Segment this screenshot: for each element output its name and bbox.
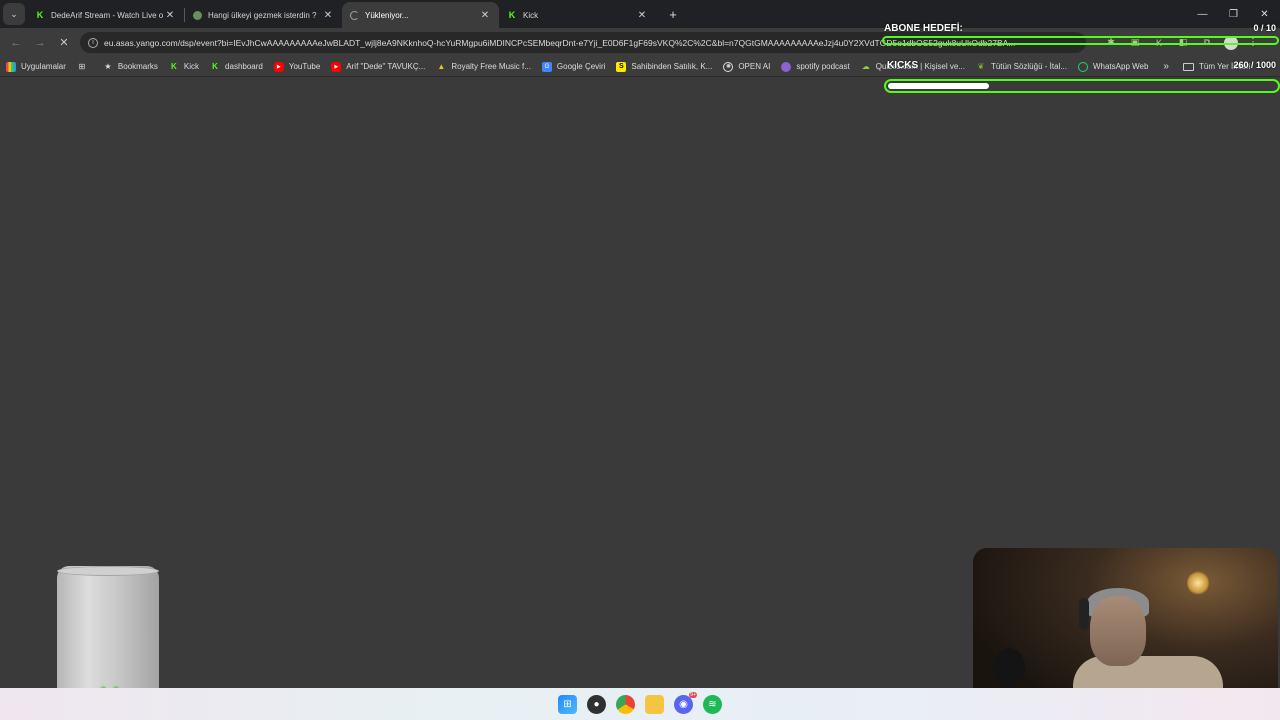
- bookmark-kick[interactable]: K Kick: [169, 62, 199, 72]
- lamp: [1187, 570, 1209, 596]
- tab-dedearif-stream[interactable]: K DedeArif Stream - Watch Live o ✕: [27, 2, 184, 28]
- kick-icon: K: [212, 62, 218, 71]
- sahibinden-icon: S: [616, 61, 627, 72]
- windows-taskbar: ⊞ ● ◉ 9+ ≋: [0, 688, 1280, 720]
- discord-badge: 9+: [689, 691, 697, 698]
- tab-close-icon[interactable]: ✕: [164, 10, 176, 21]
- back-button[interactable]: ←: [4, 32, 28, 54]
- bookmark-apps[interactable]: Uygulamalar: [6, 61, 66, 72]
- forward-button[interactable]: →: [28, 32, 52, 54]
- chrome-icon[interactable]: [616, 694, 635, 714]
- kicks-goal-bar: [884, 79, 1280, 93]
- triangle-icon: ▲: [437, 62, 446, 71]
- bookmark-grid[interactable]: ⊞: [77, 62, 92, 72]
- glass-rim: [57, 566, 159, 576]
- loading-spinner-icon: [350, 10, 359, 20]
- kicks-goal-title: KICKS: [887, 60, 919, 71]
- youtube-icon: ▶: [331, 61, 342, 72]
- subscriber-goal-bar: [882, 36, 1279, 45]
- tab-loading[interactable]: Yükleniyor... ✕: [342, 2, 499, 28]
- tab-close-icon[interactable]: ✕: [636, 10, 648, 21]
- headset: [1079, 598, 1089, 630]
- bookmark-arif-dede[interactable]: ▶ Arif "Dede" TAVUKÇ...: [331, 61, 425, 72]
- tab-hangi-ulkeyi[interactable]: Hangi ülkeyi gezmek isterdin ? ✕: [185, 2, 342, 28]
- tab-close-icon[interactable]: ✕: [479, 10, 491, 21]
- bookmark-youtube[interactable]: ▶ YouTube: [273, 61, 320, 72]
- tab-title: Yükleniyor...: [365, 10, 409, 20]
- bookmark-dashboard[interactable]: Kdashboard: [210, 62, 263, 72]
- globe-icon: [193, 10, 202, 20]
- kicks-goal-fill: [888, 83, 989, 89]
- spotify-icon[interactable]: ≋: [703, 694, 722, 714]
- bookmark-open-ai[interactable]: ✺ OPEN AI: [723, 61, 770, 72]
- tab-search-menu-button[interactable]: ⌄: [3, 3, 25, 25]
- kicks-goal-count: 260 / 1000: [1233, 60, 1276, 70]
- streamer-face: [1090, 596, 1146, 666]
- tab-kick[interactable]: K Kick ✕: [499, 2, 656, 28]
- subscriber-goal-count: 0 / 10: [1253, 23, 1276, 33]
- grid-icon: ⊞: [78, 62, 86, 71]
- microphone: [993, 648, 1025, 688]
- bookmark-bookmarks[interactable]: ★ Bookmarks: [103, 62, 158, 72]
- stream-goal-overlay: ABONE HEDEFİ: 0 / 10 KICKS 260 / 1000: [882, 20, 1280, 94]
- tab-title: DedeArif Stream - Watch Live o: [51, 10, 164, 20]
- bookmark-sahibinden[interactable]: S Sahibinden Satılık, K...: [616, 61, 712, 72]
- new-tab-button[interactable]: +: [662, 3, 684, 25]
- kick-icon: K: [171, 62, 177, 71]
- tab-close-icon[interactable]: ✕: [322, 10, 334, 21]
- google-translate-icon: G: [541, 61, 552, 72]
- apps-grid-icon: [6, 61, 16, 72]
- openai-icon: ✺: [723, 61, 734, 72]
- stop-loading-button[interactable]: ✕: [52, 32, 76, 54]
- obs-icon[interactable]: ●: [587, 694, 606, 714]
- bookmark-royalty-free[interactable]: ▲ Royalty Free Music f...: [436, 62, 531, 72]
- url-text: eu.asas.yango.com/dsp/event?bi=IEvJhCwAA…: [104, 37, 1016, 48]
- bookmark-spotify-podcast[interactable]: spotify podcast: [781, 61, 850, 72]
- bookmark-google-ceviri[interactable]: G Google Çeviri: [541, 61, 605, 72]
- podcast-icon: [781, 61, 792, 72]
- kick-icon: K: [508, 10, 516, 20]
- quiz-icon: ☁: [861, 62, 870, 71]
- windows-start-icon[interactable]: ⊞: [558, 694, 577, 714]
- tab-title: Kick: [523, 10, 539, 20]
- kick-icon: K: [36, 10, 44, 20]
- star-icon: ★: [104, 62, 112, 71]
- youtube-icon: ▶: [273, 61, 284, 72]
- discord-icon[interactable]: ◉ 9+: [674, 691, 697, 714]
- file-explorer-icon[interactable]: [645, 694, 664, 714]
- screen: ⌄ K DedeArif Stream - Watch Live o ✕ Han…: [0, 0, 1280, 720]
- subscriber-goal-title: ABONE HEDEFİ:: [884, 23, 963, 34]
- site-info-icon[interactable]: i: [88, 37, 98, 48]
- tab-title: Hangi ülkeyi gezmek isterdin ?: [208, 10, 317, 20]
